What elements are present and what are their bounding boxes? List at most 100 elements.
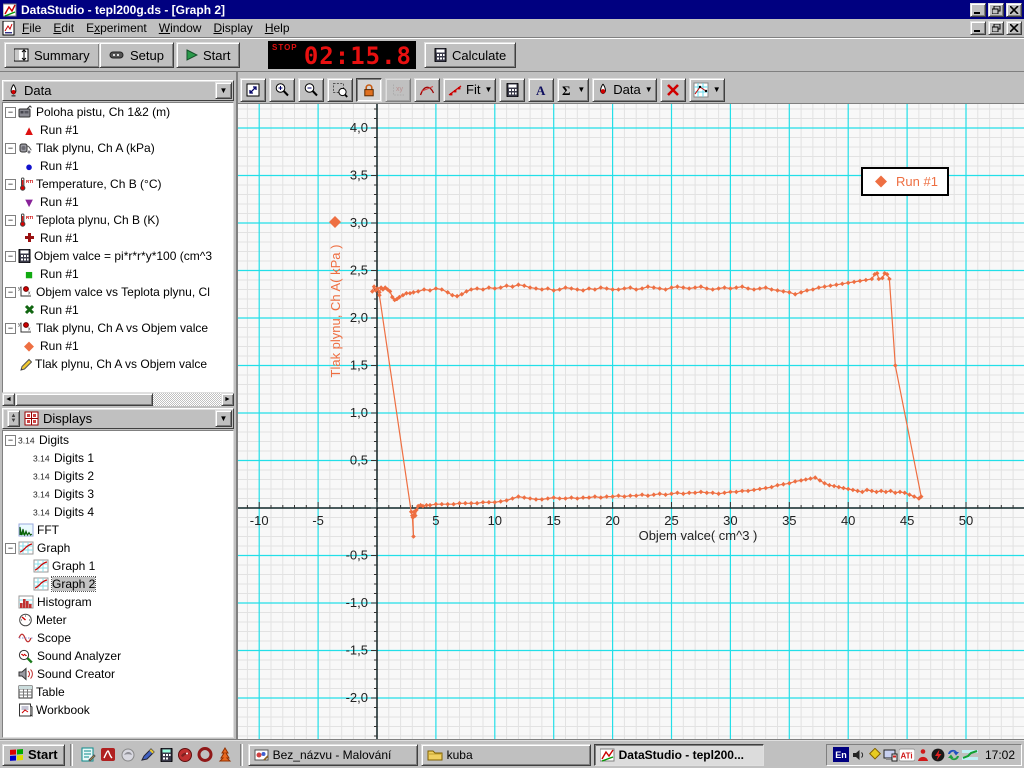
menu-file[interactable]: File [16,19,47,37]
data-run-item[interactable]: Run #1 [3,301,233,319]
data-panel-header[interactable]: Data ▼ [2,80,234,101]
quicklaunch-winamp-icon[interactable] [217,747,233,762]
data-run-item[interactable]: Run #1 [3,229,233,247]
data-source-item[interactable]: −RTDTemperature, Ch B (°C) [3,175,233,193]
data-source-item[interactable]: − Tlak plynu, Ch A (kPa) [3,139,233,157]
displays-panel-dropdown[interactable]: ▼ [215,410,232,427]
task-button-kuba[interactable]: kuba [420,743,591,766]
quicklaunch-acrobat-icon[interactable] [100,747,116,762]
legend[interactable]: Run #1 [861,167,949,196]
tree-collapse-icon[interactable]: − [5,322,16,334]
quicklaunch-dragon-icon[interactable] [177,747,193,762]
scroll-left-icon[interactable]: ◄ [2,393,15,406]
tree-collapse-icon[interactable]: − [5,214,16,226]
menu-edit[interactable]: Edit [47,19,80,37]
data-dropdown[interactable]: Data ▼ [592,77,657,102]
menu-display[interactable]: Display [207,19,258,37]
display-item-sound-analyzer[interactable]: Sound Analyzer [3,647,233,665]
data-run-item[interactable]: ■ Run #1 [3,265,233,283]
smart-tool-button[interactable] [356,77,382,102]
display-item-sound-creator[interactable]: Sound Creator [3,665,233,683]
tray-update-icon[interactable] [946,748,961,762]
restore-button[interactable] [988,2,1004,17]
tree-collapse-icon[interactable]: − [5,250,16,262]
display-item-digits-3[interactable]: 3.14 Digits 3 [3,485,233,503]
zoom-out-button[interactable] [298,77,324,102]
start-menu-button[interactable]: Start [2,743,65,766]
display-item-digits-2[interactable]: 3.14 Digits 2 [3,467,233,485]
displays-panel-header[interactable]: ▲ ▼ Displays ▼ [2,408,234,429]
data-run-item[interactable]: ◆ Run #1 [3,337,233,355]
statistics-dropdown[interactable]: Σ ▼ [557,77,590,102]
calculator-button[interactable] [499,77,526,102]
tree-collapse-icon[interactable]: − [5,434,16,446]
splitter-grip[interactable]: ▲ ▼ [7,410,20,427]
setup-button[interactable]: Setup [99,42,174,68]
text-tool-button[interactable]: A [528,77,555,102]
summary-button[interactable]: Summary [4,42,100,68]
xy-tool-button[interactable]: xy [385,77,411,102]
tree-collapse-icon[interactable]: − [5,286,16,298]
start-button[interactable]: Start [176,42,241,68]
pressure-volume-chart[interactable]: -10 -5 5 10 15 20 25 30 35 40 45 50 4,0 3,5 3,0 2,5 2,0 1… [238,104,1024,741]
tray-ati-icon[interactable]: ATi [898,748,915,762]
display-item-digits-1[interactable]: 3.14 Digits 1 [3,449,233,467]
graph-settings-dropdown[interactable]: ▼ [688,77,725,102]
display-item-meter[interactable]: Meter [3,611,233,629]
tray-power-icon[interactable] [931,748,945,762]
data-run-item[interactable]: ● Run #1 [3,157,233,175]
display-item-fft[interactable]: FFT [3,521,233,539]
data-source-item[interactable]: Tlak plynu, Ch A vs Objem valce [3,355,233,373]
data-source-item[interactable]: − y x Tlak plynu, Ch A vs Objem valce [3,319,233,337]
display-item-workbook[interactable]: Workbook [3,701,233,719]
display-item-table[interactable]: Table [3,683,233,701]
display-item-graph-2[interactable]: Graph 2 [3,575,233,593]
child-minimize-button[interactable] [970,21,986,35]
quicklaunch-pen-icon[interactable] [140,747,156,762]
task-button-bez-n-zvu-malov-n-[interactable]: Bez_názvu - Malování [247,743,418,766]
data-source-item[interactable]: − Objem valce = pi*r*r*y*100 (cm^3 [3,247,233,265]
slope-tool-button[interactable] [414,77,440,102]
minimize-button[interactable] [970,2,986,17]
menu-help[interactable]: Help [259,19,296,37]
data-run-item[interactable]: ▼ Run #1 [3,193,233,211]
tree-collapse-icon[interactable]: − [5,178,16,190]
zoom-in-button[interactable] [269,77,295,102]
tree-collapse-icon[interactable]: − [5,142,16,154]
fit-dropdown[interactable]: Fit ▼ [443,77,497,102]
display-item-digits-4[interactable]: 3.14 Digits 4 [3,503,233,521]
display-item-graph[interactable]: − Graph [3,539,233,557]
menu-experiment[interactable]: Experiment [80,19,153,37]
tree-collapse-icon[interactable]: − [5,106,16,118]
display-item-scope[interactable]: Scope [3,629,233,647]
zoom-select-button[interactable] [327,77,353,102]
child-close-button[interactable] [1006,21,1022,35]
tray-display-icon[interactable] [883,748,898,762]
tray-volume-icon[interactable] [851,748,866,762]
data-source-item[interactable]: −RTDTeplota plynu, Ch B (K) [3,211,233,229]
data-source-item[interactable]: − y x Objem valce vs Teplota plynu, Cl [3,283,233,301]
close-button[interactable] [1006,2,1022,17]
menu-window[interactable]: Window [153,19,208,37]
display-item-graph-1[interactable]: Graph 1 [3,557,233,575]
quicklaunch-opera-icon[interactable] [197,747,213,762]
graph-canvas[interactable]: -10 -5 5 10 15 20 25 30 35 40 45 50 4,0 3,5 3,0 2,5 2,0 1… [238,103,1024,741]
title-bar[interactable]: DataStudio - tepl200g.ds - [Graph 2] [0,0,1024,19]
child-restore-button[interactable] [988,21,1004,35]
tray-antivirus-icon[interactable] [916,748,930,762]
scroll-right-icon[interactable]: ► [221,393,234,406]
data-source-item[interactable]: − Poloha pistu, Ch 1&2 (m) [3,103,233,121]
quicklaunch-notepad-icon[interactable] [80,747,96,762]
tree-collapse-icon[interactable]: − [5,542,16,554]
data-panel-dropdown[interactable]: ▼ [215,82,232,99]
keyboard-layout-indicator[interactable]: En [832,747,849,762]
calculate-button[interactable]: Calculate [424,42,517,68]
quicklaunch-dove-icon[interactable] [120,747,136,762]
scale-to-fit-button[interactable] [240,77,266,102]
task-button-datastudio[interactable]: DataStudio - tepl200... [593,743,764,766]
data-tree-hscrollbar[interactable]: ◄ ► [2,393,234,406]
tray-scheduler-icon[interactable] [867,747,882,762]
delete-button[interactable] [659,77,686,102]
document-chart-icon[interactable] [2,20,16,36]
display-item-digits[interactable]: −3.14 Digits [3,431,233,449]
